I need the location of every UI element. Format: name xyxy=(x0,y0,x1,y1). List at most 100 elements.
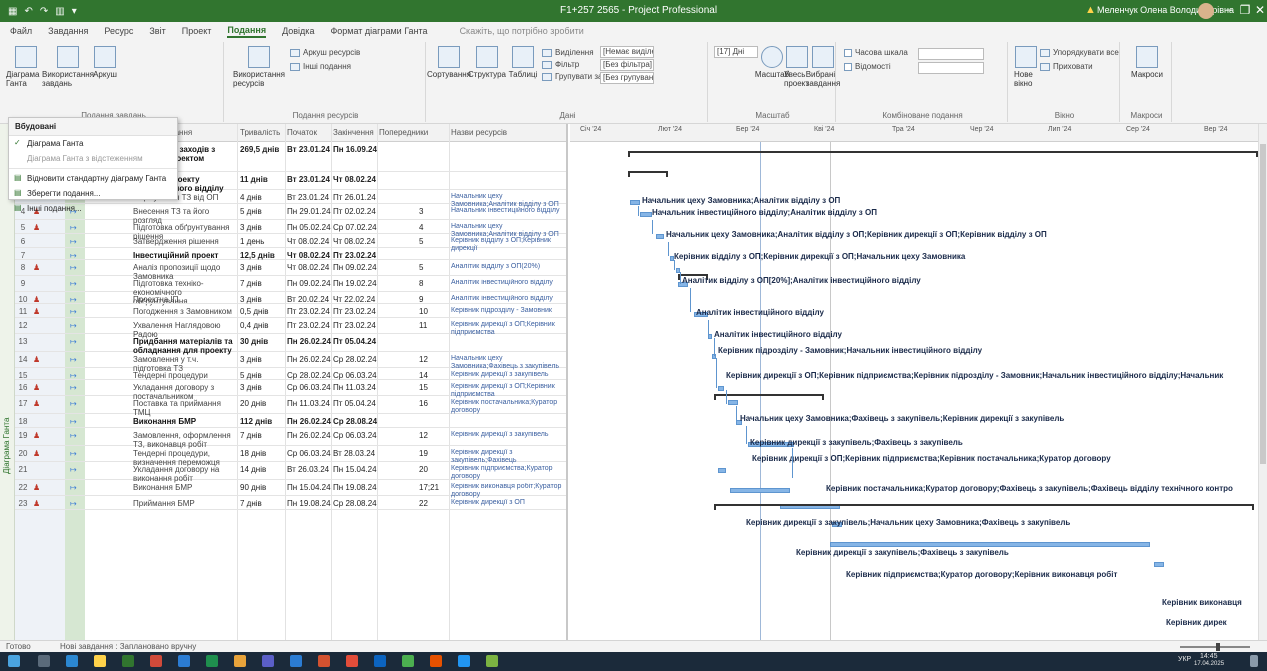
predecessors-cell[interactable]: 20 xyxy=(419,465,447,474)
finish-cell[interactable]: Пт 02.02.24 xyxy=(333,207,377,216)
resources-cell[interactable]: Керівник дирекції з закупівель xyxy=(451,371,566,379)
zoom-button[interactable]: Масштаб xyxy=(755,46,789,79)
task-bar[interactable] xyxy=(718,386,724,391)
details-combo[interactable] xyxy=(918,62,984,74)
start-cell[interactable]: Пт 23.02.24 xyxy=(287,307,331,316)
resource-sheet-button[interactable]: Аркуш ресурсів xyxy=(290,48,360,57)
powerpoint-icon[interactable] xyxy=(318,655,330,667)
app-icon[interactable] xyxy=(150,655,162,667)
resources-cell[interactable]: Аналітик інвестиційного відділу xyxy=(451,295,566,303)
group-combo[interactable]: [Без групування] xyxy=(600,72,654,84)
row-number[interactable]: 17 xyxy=(15,399,31,408)
save-icon[interactable]: ▦ xyxy=(8,6,17,17)
finish-cell[interactable]: Чт 08.02.24 xyxy=(333,175,377,184)
row-number[interactable]: 22 xyxy=(15,483,31,492)
predecessors-cell[interactable]: 17;21 xyxy=(419,483,447,492)
finish-cell[interactable]: Чт 22.02.24 xyxy=(333,295,377,304)
resources-cell[interactable]: Керівник підрозділу - Замовник xyxy=(451,307,566,315)
person-icon[interactable]: ♟ xyxy=(33,383,45,392)
duration-cell[interactable]: 3 днів xyxy=(240,355,285,364)
predecessors-cell[interactable]: 8 xyxy=(419,279,447,288)
hide-button[interactable]: Приховати xyxy=(1040,62,1093,71)
task-mode-icon[interactable]: ↦ xyxy=(70,279,82,288)
summary-bar[interactable] xyxy=(714,394,824,400)
other-views-button[interactable]: Інші подання xyxy=(290,62,351,71)
excel-icon[interactable] xyxy=(206,655,218,667)
app-icon[interactable] xyxy=(430,655,442,667)
tab-view[interactable]: Подання xyxy=(227,25,267,38)
duration-cell[interactable]: 5 днів xyxy=(240,207,285,216)
finish-cell[interactable]: Пн 09.02.24 xyxy=(333,263,377,272)
menu-item-tracking-gantt[interactable]: Діаграма Ганта з відстеженням xyxy=(9,151,177,166)
table-row[interactable]: 23 ♟ ↦ Приймання БМР 7 днів Пн 19.08.24 Ср 28.… xyxy=(15,496,566,510)
task-mode-icon[interactable]: ↦ xyxy=(70,295,82,304)
finish-cell[interactable]: Пн 16.09.24 xyxy=(333,145,377,154)
task-mode-icon[interactable]: ↦ xyxy=(70,417,82,426)
summary-bar[interactable] xyxy=(628,171,668,177)
row-number[interactable]: 6 xyxy=(15,237,31,246)
start-cell[interactable]: Пн 19.08.24 xyxy=(287,499,331,508)
view-icon[interactable]: ▥ xyxy=(55,6,64,17)
resources-cell[interactable]: Аналітик інвестиційного відділу xyxy=(451,279,566,287)
finish-cell[interactable]: Ср 28.08.24 xyxy=(333,499,377,508)
predecessors-cell[interactable]: 16 xyxy=(419,399,447,408)
macros-button[interactable]: Макроси xyxy=(1128,46,1166,79)
table-row[interactable]: 21 ↦ Укладання договору на виконання робіт… xyxy=(15,462,566,483)
start-cell[interactable]: Ср 28.02.24 xyxy=(287,371,331,380)
table-row[interactable]: 22 ♟ ↦ Виконання БМР 90 днів Пн 15.04.24 Пн 19… xyxy=(15,480,566,498)
predecessors-cell[interactable]: 15 xyxy=(419,383,447,392)
chrome-icon[interactable] xyxy=(346,655,358,667)
file-explorer-icon[interactable] xyxy=(94,655,106,667)
predecessors-cell[interactable]: 4 xyxy=(419,223,447,232)
scroll-thumb[interactable] xyxy=(1260,144,1266,464)
restore-button[interactable]: ❐ xyxy=(1238,3,1252,17)
resource-usage-button[interactable]: Використання ресурсів xyxy=(233,46,285,88)
predecessors-cell[interactable]: 22 xyxy=(419,499,447,508)
task-bar[interactable] xyxy=(708,334,712,339)
sort-button[interactable]: Сортування xyxy=(427,46,471,79)
row-number[interactable]: 11 xyxy=(15,307,31,316)
col-header-predecessors[interactable]: Попередники xyxy=(379,128,428,137)
edge-icon[interactable] xyxy=(374,655,386,667)
start-cell[interactable]: Пн 09.02.24 xyxy=(287,279,331,288)
duration-cell[interactable]: 12,5 днів xyxy=(240,251,285,260)
duration-cell[interactable]: 5 днів xyxy=(240,371,285,380)
start-cell[interactable]: Ср 06.03.24 xyxy=(287,449,331,458)
start-cell[interactable]: Вт 23.01.24 xyxy=(287,193,331,202)
row-number[interactable]: 13 xyxy=(15,337,31,346)
finish-cell[interactable]: Пт 23.02.24 xyxy=(333,307,377,316)
duration-cell[interactable]: 11 днів xyxy=(240,175,285,184)
task-mode-icon[interactable]: ↦ xyxy=(70,483,82,492)
row-number[interactable]: 9 xyxy=(15,279,31,288)
predecessors-cell[interactable]: 10 xyxy=(419,307,447,316)
menu-item-reset-gantt[interactable]: ▤ Відновити стандартну діаграму Ганта xyxy=(9,171,177,186)
predecessors-cell[interactable]: 5 xyxy=(419,237,447,246)
row-number[interactable]: 21 xyxy=(15,465,31,474)
new-tasks-mode[interactable]: Нові завдання : Заплановано вручну xyxy=(60,642,196,651)
row-number[interactable]: 12 xyxy=(15,321,31,330)
table-row[interactable]: 13 ↦ Придбання матеріалів та обладнання дл… xyxy=(15,334,566,355)
task-mode-icon[interactable]: ↦ xyxy=(70,355,82,364)
table-row[interactable]: 19 ♟ ↦ Замовлення, оформлення ТЗ, виконавця… xyxy=(15,428,566,449)
duration-cell[interactable]: 3 днів xyxy=(240,383,285,392)
task-name-cell[interactable]: Інвестиційний проект xyxy=(133,251,233,260)
task-name-cell[interactable]: Затвердження рішення xyxy=(133,237,233,246)
task-mode-icon[interactable]: ↦ xyxy=(70,263,82,272)
task-bar[interactable] xyxy=(1154,562,1164,567)
task-name-cell[interactable]: Проектна ІП xyxy=(133,295,233,304)
person-icon[interactable]: ♟ xyxy=(33,223,45,232)
duration-cell[interactable]: 14 днів xyxy=(240,465,285,474)
start-cell[interactable]: Пн 11.03.24 xyxy=(287,399,331,408)
menu-item-more-views[interactable]: ▤ Інші подання... xyxy=(9,201,177,216)
row-number[interactable]: 15 xyxy=(15,371,31,380)
start-cell[interactable]: Пн 26.02.24 xyxy=(287,355,331,364)
finish-cell[interactable]: Пт 26.01.24 xyxy=(333,193,377,202)
filter-combo[interactable]: [Без фільтра] xyxy=(600,59,654,71)
task-mode-icon[interactable]: ↦ xyxy=(70,237,82,246)
finish-cell[interactable]: Ср 06.03.24 xyxy=(333,371,377,380)
start-cell[interactable]: Чт 08.02.24 xyxy=(287,251,331,260)
task-bar[interactable] xyxy=(830,542,1150,547)
row-number[interactable]: 18 xyxy=(15,417,31,426)
row-number[interactable]: 20 xyxy=(15,449,31,458)
start-cell[interactable]: Ср 06.03.24 xyxy=(287,383,331,392)
